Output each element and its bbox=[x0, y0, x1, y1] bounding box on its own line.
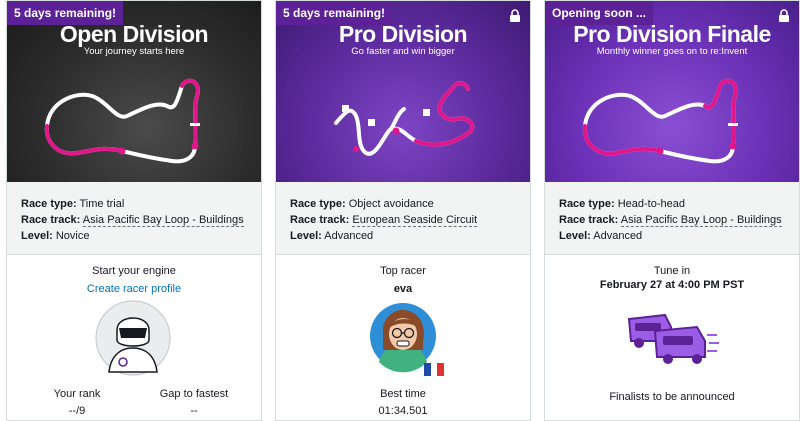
race-track-map bbox=[44, 78, 200, 164]
create-racer-profile-link[interactable]: Create racer profile bbox=[7, 283, 261, 295]
division-cards: 5 days remaining! Open Division Your jou… bbox=[0, 0, 800, 421]
race-type-value: Object avoidance bbox=[348, 198, 434, 210]
level-row: Level: Advanced bbox=[559, 230, 643, 242]
footer-heading: Top racer bbox=[380, 265, 426, 277]
card-footer: Tune in February 27 at 4:00 PM PST Final… bbox=[545, 255, 799, 420]
your-rank-value: --/9 bbox=[68, 405, 86, 417]
level-value: Advanced bbox=[593, 230, 643, 242]
racing-cars-icon bbox=[627, 313, 719, 364]
card-footer: Top racer eva Best time 01:34.501 bbox=[276, 255, 530, 420]
finalists-note: Finalists to be announced bbox=[609, 391, 735, 403]
card-hero: Opening soon ... Pro Division Finale Mon… bbox=[545, 1, 799, 182]
race-details: Race type: Time trial Race track: Asia P… bbox=[7, 182, 261, 255]
open-division-card[interactable]: 5 days remaining! Open Division Your jou… bbox=[6, 0, 262, 421]
footer-heading: Tune in bbox=[653, 265, 691, 277]
race-type-value: Head-to-head bbox=[617, 198, 685, 210]
race-track-row: Race track: Asia Pacific Bay Loop - Buil… bbox=[21, 214, 244, 227]
race-track-map bbox=[334, 81, 475, 156]
race-track-row: Race track: Asia Pacific Bay Loop - Buil… bbox=[559, 214, 782, 227]
gap-to-fastest-value: -- bbox=[190, 405, 198, 417]
race-track-row: Race track: European Seaside Circuit bbox=[290, 214, 478, 227]
france-flag-icon bbox=[424, 363, 444, 376]
level-value: Advanced bbox=[324, 230, 374, 242]
race-details: Race type: Head-to-head Race track: Asia… bbox=[545, 182, 799, 255]
card-hero: 5 days remaining! Pro Division Go faster… bbox=[276, 1, 530, 182]
racer-helmet-avatar bbox=[95, 300, 171, 376]
best-time-label: Best time bbox=[380, 388, 426, 400]
card-footer: Start your engine Create racer profile Y… bbox=[7, 255, 261, 420]
event-date: February 27 at 4:00 PM PST bbox=[599, 279, 745, 291]
race-type-row: Race type: Time trial bbox=[21, 198, 125, 210]
division-title: Open Division bbox=[59, 21, 209, 47]
division-subtitle: Go faster and win bigger bbox=[351, 46, 455, 57]
division-title: Pro Division bbox=[338, 21, 468, 47]
level-row: Level: Novice bbox=[21, 230, 90, 242]
race-track-map bbox=[582, 78, 738, 164]
race-track-value[interactable]: Asia Pacific Bay Loop - Buildings bbox=[620, 214, 782, 227]
gap-to-fastest-label: Gap to fastest bbox=[159, 388, 229, 400]
race-details: Race type: Object avoidance Race track: … bbox=[276, 182, 530, 255]
level-row: Level: Advanced bbox=[290, 230, 374, 242]
race-track-value[interactable]: European Seaside Circuit bbox=[352, 214, 478, 227]
race-type-value: Time trial bbox=[79, 198, 125, 210]
card-hero: 5 days remaining! Open Division Your jou… bbox=[7, 1, 261, 182]
division-subtitle: Your journey starts here bbox=[83, 46, 185, 57]
your-rank-label: Your rank bbox=[53, 388, 101, 400]
footer-heading: Start your engine bbox=[92, 265, 176, 277]
best-time-value: 01:34.501 bbox=[378, 405, 428, 417]
top-racer-name: eva bbox=[393, 283, 413, 295]
pro-division-card[interactable]: 5 days remaining! Pro Division Go faster… bbox=[275, 0, 531, 421]
race-type-row: Race type: Object avoidance bbox=[290, 198, 434, 210]
division-subtitle: Monthly winner goes on to re:Invent bbox=[596, 46, 748, 57]
division-title: Pro Division Finale bbox=[573, 21, 771, 47]
level-value: Novice bbox=[55, 230, 90, 242]
race-track-value[interactable]: Asia Pacific Bay Loop - Buildings bbox=[82, 214, 244, 227]
race-type-row: Race type: Head-to-head bbox=[559, 198, 685, 210]
pro-division-finale-card[interactable]: Opening soon ... Pro Division Finale Mon… bbox=[544, 0, 800, 421]
